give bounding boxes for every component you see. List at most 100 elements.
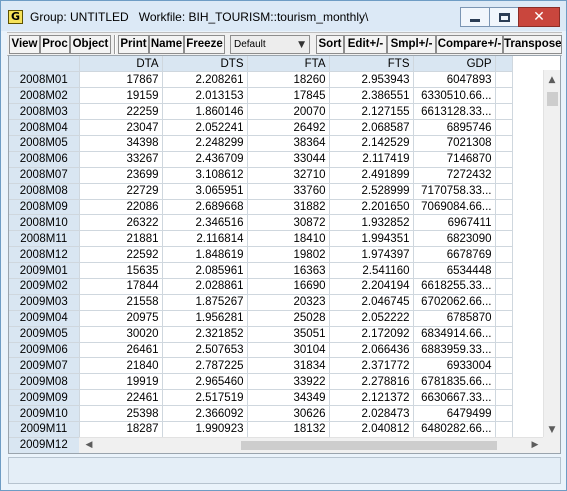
edit-toggle-button[interactable]: Edit+/-: [344, 35, 387, 54]
data-cell[interactable]: 6618255.33...: [413, 278, 496, 295]
minimize-button[interactable]: [460, 7, 490, 27]
data-cell[interactable]: 6834914.66...: [413, 326, 496, 343]
data-cell[interactable]: 6781835.66...: [413, 373, 496, 391]
data-cell[interactable]: 6933004: [413, 357, 496, 375]
data-cell[interactable]: 32710: [247, 167, 330, 184]
row-header-cell[interactable]: 2008M05: [9, 135, 80, 152]
data-grid[interactable]: DTA DTS FTA FTS GDP 2008M01 17867 2.208261…: [8, 55, 561, 454]
maximize-button[interactable]: [489, 7, 519, 27]
data-cell[interactable]: 26492: [247, 119, 330, 136]
data-cell[interactable]: 2.689668: [162, 199, 248, 216]
data-cell[interactable]: 2.046745: [329, 294, 414, 311]
data-cell[interactable]: 38364: [247, 135, 330, 152]
data-cell[interactable]: 7272432: [413, 167, 496, 184]
print-button[interactable]: Print: [118, 35, 149, 54]
compare-toggle-button[interactable]: Compare+/-: [436, 35, 503, 54]
data-cell[interactable]: 18132: [247, 421, 330, 438]
data-cell[interactable]: 6702062.66...: [413, 294, 496, 311]
data-cell[interactable]: 2.172092: [329, 326, 414, 343]
data-cell[interactable]: 6630667.33...: [413, 389, 496, 407]
data-cell[interactable]: 2.052222: [329, 310, 414, 327]
data-cell[interactable]: 6534448: [413, 262, 496, 279]
display-format-select[interactable]: Default ▼: [230, 35, 310, 54]
data-cell[interactable]: 22259: [79, 103, 163, 121]
data-cell[interactable]: 2.371772: [329, 357, 414, 375]
row-header-cell[interactable]: 2009M11: [9, 421, 80, 438]
row-header-cell[interactable]: 2009M04: [9, 310, 80, 327]
column-header[interactable]: FTA: [247, 56, 330, 73]
data-cell[interactable]: 6895746: [413, 119, 496, 136]
transpose-button[interactable]: Transpose: [503, 35, 562, 54]
data-cell[interactable]: 6967411: [413, 214, 496, 232]
scroll-right-icon[interactable]: ▶: [527, 438, 543, 453]
row-header-cell[interactable]: 2008M04: [9, 119, 80, 136]
data-cell[interactable]: 16363: [247, 262, 330, 279]
data-cell[interactable]: 2.121372: [329, 389, 414, 407]
data-cell[interactable]: 2.507653: [162, 342, 248, 359]
data-cell[interactable]: 2.040812: [329, 421, 414, 438]
column-header[interactable]: DTA: [79, 56, 163, 73]
data-cell[interactable]: 21881: [79, 230, 163, 248]
data-cell[interactable]: 31882: [247, 199, 330, 216]
corner-cell[interactable]: [9, 56, 80, 73]
data-cell[interactable]: 2.028861: [162, 278, 248, 295]
row-header-cell[interactable]: 2008M06: [9, 151, 80, 168]
data-cell[interactable]: 1.860146: [162, 103, 248, 121]
data-cell[interactable]: 2.366092: [162, 405, 248, 422]
row-header-cell[interactable]: 2008M08: [9, 183, 80, 200]
data-cell[interactable]: 26322: [79, 214, 163, 232]
data-cell[interactable]: 2.066436: [329, 342, 414, 359]
data-cell[interactable]: 3.108612: [162, 167, 248, 184]
data-cell[interactable]: 2.346516: [162, 214, 248, 232]
row-header-cell[interactable]: 2008M12: [9, 246, 80, 264]
close-button[interactable]: ✕: [518, 7, 560, 27]
title-bar[interactable]: G Group: UNTITLED Workfile: BIH_TOURISM::…: [1, 1, 566, 31]
view-button[interactable]: View: [9, 35, 40, 54]
data-cell[interactable]: 2.491899: [329, 167, 414, 184]
data-cell[interactable]: 2.117419: [329, 151, 414, 168]
data-cell[interactable]: 30020: [79, 326, 163, 343]
data-cell[interactable]: 2.116814: [162, 230, 248, 248]
group-app-icon[interactable]: G: [8, 10, 23, 24]
data-cell[interactable]: 6883959.33...: [413, 342, 496, 359]
data-cell[interactable]: 1.875267: [162, 294, 248, 311]
data-cell[interactable]: 35051: [247, 326, 330, 343]
proc-button[interactable]: Proc: [40, 35, 70, 54]
data-cell[interactable]: 2.204194: [329, 278, 414, 295]
row-header-cell[interactable]: 2009M05: [9, 326, 80, 343]
data-cell[interactable]: 2.201650: [329, 199, 414, 216]
data-cell[interactable]: 22592: [79, 246, 163, 264]
data-cell[interactable]: 19919: [79, 373, 163, 391]
freeze-button[interactable]: Freeze: [184, 35, 225, 54]
data-cell[interactable]: 1.848619: [162, 246, 248, 264]
horizontal-scroll-thumb[interactable]: [241, 441, 497, 450]
row-header-cell[interactable]: 2008M09: [9, 199, 80, 216]
row-header-cell[interactable]: 2009M08: [9, 373, 80, 391]
data-cell[interactable]: 2.965460: [162, 373, 248, 391]
data-cell[interactable]: 6480282.66...: [413, 421, 496, 438]
object-button[interactable]: Object: [70, 35, 111, 54]
data-cell[interactable]: 2.052241: [162, 119, 248, 136]
row-header-cell[interactable]: 2008M10: [9, 214, 80, 232]
data-cell[interactable]: 1.974397: [329, 246, 414, 264]
data-cell[interactable]: 20323: [247, 294, 330, 311]
data-cell[interactable]: 18260: [247, 71, 330, 89]
data-cell[interactable]: 33044: [247, 151, 330, 168]
data-cell[interactable]: 6678769: [413, 246, 496, 264]
sort-button[interactable]: Sort: [316, 35, 344, 54]
column-header[interactable]: GDP: [413, 56, 496, 73]
data-cell[interactable]: 2.541160: [329, 262, 414, 279]
row-header-cell[interactable]: 2009M10: [9, 405, 80, 422]
data-cell[interactable]: 21558: [79, 294, 163, 311]
row-header-cell[interactable]: 2009M12: [9, 437, 80, 453]
data-cell[interactable]: 17844: [79, 278, 163, 295]
name-button[interactable]: Name: [149, 35, 184, 54]
vertical-scroll-thumb[interactable]: [547, 92, 558, 106]
row-header-cell[interactable]: 2009M01: [9, 262, 80, 279]
data-cell[interactable]: 2.436709: [162, 151, 248, 168]
data-cell[interactable]: 2.208261: [162, 71, 248, 89]
data-cell[interactable]: 2.278816: [329, 373, 414, 391]
data-cell[interactable]: 18410: [247, 230, 330, 248]
data-cell[interactable]: 17845: [247, 87, 330, 105]
row-header-cell[interactable]: 2009M09: [9, 389, 80, 407]
